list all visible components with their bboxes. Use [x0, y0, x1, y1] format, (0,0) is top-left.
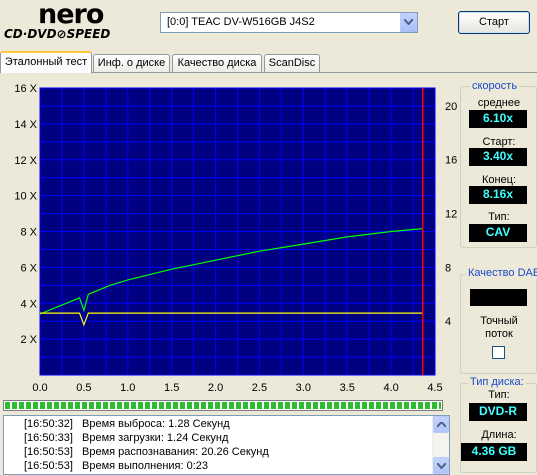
x-tick-label: 1.0	[120, 382, 135, 394]
y-right-tick-label: 20	[445, 101, 457, 113]
scroll-down-icon[interactable]	[433, 457, 449, 474]
y-right-tick-label: 12	[445, 209, 457, 221]
tab-disc-quality[interactable]: Качество диска	[172, 54, 262, 72]
disc-type-value: DVD-R	[469, 403, 527, 421]
avg-label: среднее	[477, 97, 521, 109]
log-list[interactable]: [16:50:32] Время выброса: 1.28 Секунд [16…	[3, 415, 450, 475]
scroll-up-icon[interactable]	[433, 416, 449, 433]
log-row: [16:50:32] Время выброса: 1.28 Секунд	[24, 418, 230, 430]
chart-svg: 0.0 0.5 1.0 1.5 2.0 2.5 3.0 3.5 4.0 4.5 2 X 4 X 6 X 8…	[14, 83, 457, 394]
disc-type-title: Тип диска:	[468, 376, 526, 388]
accurate-stream-label: Точный поток	[480, 315, 518, 340]
dae-value	[470, 289, 527, 306]
log-row: [16:50:53] Время распознавания: 20.26 Сек…	[24, 446, 269, 458]
drive-select[interactable]: [0:0] TEAC DV-W516GB J4S2	[160, 12, 418, 33]
progress-bar	[3, 400, 443, 411]
x-tick-label: 0.0	[32, 382, 47, 394]
drive-select-value: [0:0] TEAC DV-W516GB J4S2	[167, 16, 315, 28]
x-tick-label: 2.0	[208, 382, 223, 394]
x-tick-label: 1.5	[164, 382, 179, 394]
avg-value: 6.10x	[469, 110, 527, 128]
log-row: [16:50:33] Время загрузки: 1.24 Секунд	[24, 432, 229, 444]
start-speed-label: Старт:	[482, 136, 516, 148]
disc-length-label: Длина:	[481, 429, 517, 441]
speed-type-label: Тип:	[488, 211, 510, 223]
cd-dvd-speed-logo: CD·DVD⊘SPEED	[4, 27, 111, 41]
x-tick-label: 2.5	[252, 382, 267, 394]
benchmark-chart: 0.0 0.5 1.0 1.5 2.0 2.5 3.0 3.5 4.0 4.5 2 X 4 X 6 X 8…	[0, 78, 460, 396]
y-right-tick-label: 8	[445, 262, 451, 274]
tab-benchmark[interactable]: Эталонный тест	[0, 51, 92, 73]
speed-title: скорость	[470, 80, 520, 92]
y-left-tick-label: 8 X	[20, 227, 37, 239]
y-left-tick-label: 12 X	[14, 155, 37, 167]
x-tick-label: 4.5	[427, 382, 442, 394]
tab-scandisc[interactable]: ScanDisc	[264, 54, 320, 72]
end-speed-label: Конец:	[481, 174, 517, 186]
nero-logo: nero	[38, 0, 104, 30]
x-tick-label: 0.5	[76, 382, 91, 394]
log-row: [16:50:53] Время выполнения: 0:23	[24, 460, 209, 472]
y-left-tick-label: 4 X	[20, 298, 37, 310]
x-tick-label: 3.0	[296, 382, 311, 394]
accurate-stream-checkbox[interactable]	[492, 346, 505, 359]
y-left-tick-label: 10 X	[14, 191, 37, 203]
start-speed-value: 3.40x	[469, 148, 527, 166]
disc-type-label: Тип:	[488, 389, 510, 401]
tab-disc-info[interactable]: Инф. о диске	[93, 54, 170, 72]
x-tick-label: 3.5	[340, 382, 355, 394]
speed-type-value: CAV	[469, 224, 527, 242]
dae-title: Качество DAE	[466, 267, 537, 279]
log-scrollbar[interactable]	[432, 416, 449, 474]
start-button[interactable]: Старт	[458, 11, 530, 34]
progress-fill	[5, 402, 441, 409]
end-speed-value: 8.16x	[469, 186, 527, 204]
y-left-tick-label: 16 X	[14, 83, 37, 95]
disc-length-value: 4.36 GB	[461, 443, 527, 461]
y-right-tick-label: 16	[445, 155, 457, 167]
y-left-tick-label: 6 X	[20, 262, 37, 274]
y-left-tick-label: 2 X	[20, 334, 37, 346]
y-left-tick-label: 14 X	[14, 119, 37, 131]
chevron-down-icon[interactable]	[400, 13, 417, 32]
x-tick-label: 4.0	[383, 382, 398, 394]
y-right-tick-label: 4	[445, 316, 451, 328]
